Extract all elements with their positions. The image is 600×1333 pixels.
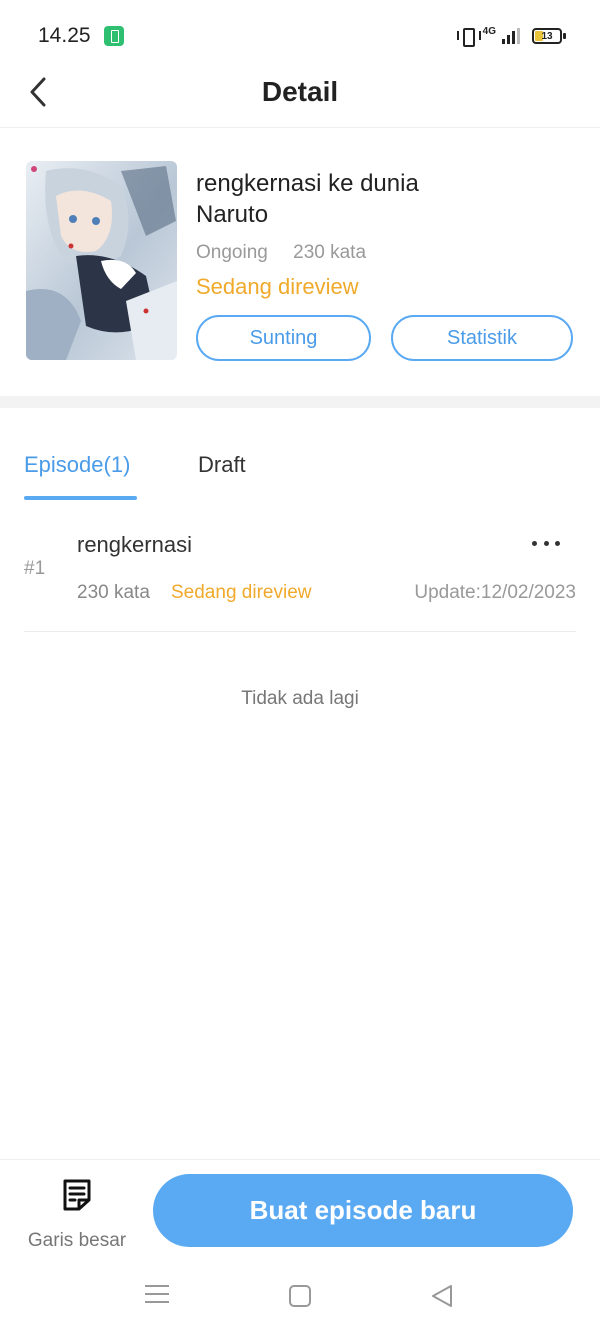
more-dot [543,540,549,546]
bottom-action-bar: Garis besar Buat episode baru [0,1159,600,1259]
status-bar: 14.25 4G 13 [0,0,600,72]
page-title: Detail [261,76,339,107]
create-episode-button[interactable]: Buat episode baru [153,1174,573,1247]
episode-word-count: 230 kata [77,582,150,603]
home-button[interactable] [289,1285,311,1307]
outline-icon [63,1179,91,1211]
app-header: Detail [0,72,600,128]
vibrate-icon [456,27,481,47]
status-icons: 4G 13 [456,24,566,48]
section-divider [0,396,600,408]
list-end-text: Tidak ada lagi [241,688,359,709]
book-word-count: 230 kata [293,242,367,263]
book-meta: Ongoing 230 kata [196,242,366,264]
recent-apps-button[interactable] [145,1285,169,1305]
status-time: 14.25 [38,24,91,47]
episode-title: rengkernasi [77,532,192,557]
episode-number: #1 [24,558,46,579]
book-cover-image[interactable] [26,161,177,360]
battery-icon: 13 [532,28,566,44]
tab-draft[interactable]: Draft [198,452,246,478]
more-dot [555,540,560,546]
episode-tabs: Episode(1) Draft [0,440,600,500]
book-review-status: Sedang direview [196,274,359,299]
system-back-icon[interactable] [430,1283,454,1309]
tab-episodes[interactable]: Episode(1) [24,452,130,478]
episode-update-date: Update:12/02/2023 [414,582,576,603]
network-type: 4G [482,26,496,37]
more-dot [532,540,537,546]
edit-button[interactable]: Sunting [196,315,371,361]
outline-label: Garis besar [27,1230,127,1251]
more-options-button[interactable] [532,534,560,552]
battery-saver-icon [104,26,124,46]
outline-button[interactable]: Garis besar [18,1178,136,1258]
system-navigation-bar [0,1259,600,1333]
book-title: rengkernasi ke dunia Naruto [196,170,419,228]
battery-level: 13 [541,30,553,42]
episode-review-status: Sedang direview [171,582,312,603]
book-state: Ongoing [196,242,268,263]
signal-icon [502,28,520,44]
statistics-button[interactable]: Statistik [391,315,573,361]
book-info: rengkernasi ke dunia Naruto Ongoing 230 … [0,128,600,396]
episode-row[interactable]: #1 rengkernasi 230 kata Sedang direview … [24,520,576,632]
active-tab-indicator [24,496,137,500]
